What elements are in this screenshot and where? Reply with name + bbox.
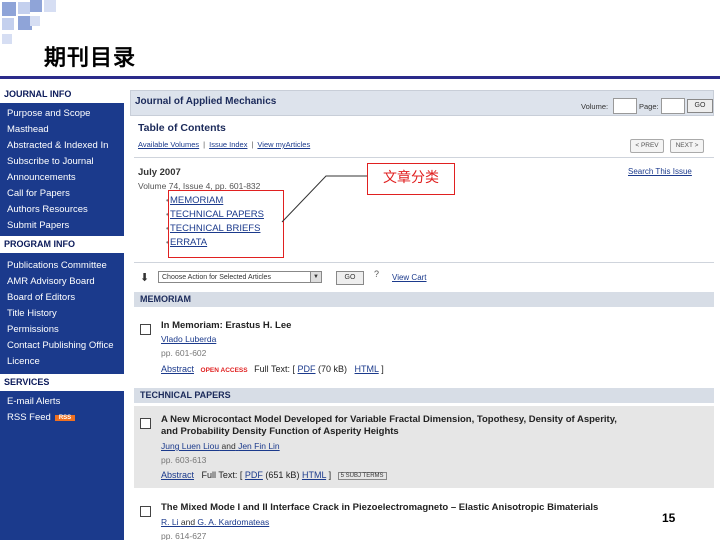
article-links: Abstract Full Text: [ PDF (651 kB) HTML … <box>161 470 387 480</box>
highlight-box <box>168 190 284 258</box>
toc-tools: Available Volumes | Issue Index | View myArt… <box>138 140 311 149</box>
website-screenshot: JOURNAL INFO Purpose and Scope Masthead … <box>0 86 720 540</box>
available-volumes-link[interactable]: Available Volumes <box>138 140 199 149</box>
corner-decoration <box>30 16 40 26</box>
action-row: ⬇ Choose Action for Selected Articles ▼ … <box>130 268 714 286</box>
pdf-link[interactable]: PDF <box>245 470 263 480</box>
article-pages: pp. 603-613 <box>161 455 207 465</box>
sidebar-item-purpose[interactable]: Purpose and Scope <box>7 108 90 119</box>
sidebar-item-contact[interactable]: Contact Publishing Office <box>7 340 114 351</box>
action-select-value: Choose Action for Selected Articles <box>162 274 271 281</box>
article-title[interactable]: In Memoriam: Erastus H. Lee <box>161 320 291 331</box>
sidebar-item-announcements[interactable]: Announcements <box>7 172 76 183</box>
sidebar-item-email-alerts[interactable]: E-mail Alerts <box>7 396 60 407</box>
section-header-memoriam: MEMORIAM <box>134 292 714 307</box>
main-content: Journal of Applied Mechanics Volume: Pag… <box>130 86 720 540</box>
volume-label: Volume: <box>581 102 609 111</box>
article-authors: R. Li and G. A. Kardomateas <box>161 517 270 527</box>
article-checkbox[interactable] <box>140 418 151 429</box>
corner-decoration <box>44 0 56 12</box>
sidebar-item-subscribe[interactable]: Subscribe to Journal <box>7 156 94 167</box>
journal-title[interactable]: Journal of Applied Mechanics <box>135 96 276 107</box>
action-select[interactable]: Choose Action for Selected Articles ▼ <box>158 271 322 283</box>
help-icon[interactable]: ? <box>374 269 379 279</box>
title-underline <box>0 76 720 79</box>
pdf-link[interactable]: PDF <box>298 364 316 374</box>
sidebar-item-masthead[interactable]: Masthead <box>7 124 49 135</box>
go-button[interactable]: GO <box>687 99 713 113</box>
arrow-down-icon: ⬇ <box>140 272 150 284</box>
sidebar-item-amr-board[interactable]: AMR Advisory Board <box>7 276 95 287</box>
article-pages: pp. 614-627 <box>161 531 207 540</box>
prev-button[interactable]: < PREV <box>630 139 664 153</box>
open-access-badge: OPEN ACCESS <box>200 367 248 374</box>
abstract-link[interactable]: Abstract <box>161 364 194 374</box>
sidebar-item-board-of-editors[interactable]: Board of Editors <box>7 292 75 303</box>
pdf-size: (651 kB) <box>265 470 300 480</box>
article-checkbox[interactable] <box>140 506 151 517</box>
rss-icon: RSS <box>54 415 76 421</box>
journal-header-bar: Journal of Applied Mechanics Volume: Pag… <box>130 90 714 116</box>
corner-decoration <box>18 2 30 14</box>
article-author[interactable]: R. Li <box>161 517 178 527</box>
article-links: Abstract OPEN ACCESS Full Text: [ PDF (7… <box>161 364 384 374</box>
corner-decoration <box>2 34 12 44</box>
search-issue-link[interactable]: Search This Issue <box>628 167 692 176</box>
sidebar-item-rss-feed[interactable]: RSS Feed RSS <box>7 412 76 423</box>
corner-decoration <box>2 18 14 30</box>
volume-input[interactable] <box>613 98 637 114</box>
article-title[interactable]: The Mixed Mode I and II Interface Crack … <box>161 502 598 513</box>
full-text-label: Full Text: <box>254 364 290 374</box>
view-myarticles-link[interactable]: View myArticles <box>257 140 310 149</box>
sidebar-heading-journal-info: JOURNAL INFO <box>0 86 124 103</box>
section-header-technical-papers: TECHNICAL PAPERS <box>134 388 714 403</box>
sidebar-item-licence[interactable]: Licence <box>7 356 40 367</box>
sidebar-item-authors-resources[interactable]: Authors Resources <box>7 204 88 215</box>
sidebar-item-submit-papers[interactable]: Submit Papers <box>7 220 69 231</box>
article-checkbox[interactable] <box>140 324 151 335</box>
html-link[interactable]: HTML <box>355 364 379 374</box>
issue-index-link[interactable]: Issue Index <box>209 140 247 149</box>
full-text-label: Full Text: <box>201 470 238 480</box>
sidebar-item-publications-committee[interactable]: Publications Committee <box>7 260 107 271</box>
annotation-label: 文章分类 <box>367 163 455 195</box>
slide-number: 15 <box>662 511 676 525</box>
chevron-down-icon: ▼ <box>310 272 321 282</box>
subject-terms-badge[interactable]: 5 SUBJ TERMS <box>337 472 387 480</box>
article-item: In Memoriam: Erastus H. Lee Vlado Luberd… <box>134 312 714 378</box>
article-title-continued[interactable]: and Probability Density Function of Aspe… <box>161 426 399 437</box>
article-author[interactable]: Jen Fin Lin <box>238 441 280 451</box>
abstract-link[interactable]: Abstract <box>161 470 194 480</box>
action-go-button[interactable]: GO <box>336 271 364 285</box>
rss-feed-label: RSS Feed <box>7 412 51 423</box>
sidebar-item-title-history[interactable]: Title History <box>7 308 57 319</box>
corner-decoration <box>30 0 42 12</box>
article-author[interactable]: G. A. Kardomateas <box>197 517 269 527</box>
sidebar-item-indexed[interactable]: Abstracted & Indexed In <box>7 140 108 151</box>
issue-date: July 2007 <box>138 167 181 178</box>
sidebar: JOURNAL INFO Purpose and Scope Masthead … <box>0 86 124 540</box>
sidebar-item-permissions[interactable]: Permissions <box>7 324 59 335</box>
pdf-size: (70 kB) <box>318 364 348 374</box>
sidebar-heading-services: SERVICES <box>0 374 124 391</box>
article-item: A New Microcontact Model Developed for V… <box>134 406 714 488</box>
article-author[interactable]: Vlado Luberda <box>161 334 216 344</box>
corner-decoration <box>2 2 16 16</box>
sidebar-heading-program-info: PROGRAM INFO <box>0 236 124 253</box>
slide-title: 期刊目录 <box>44 46 137 71</box>
divider <box>134 157 714 158</box>
article-pages: pp. 601-602 <box>161 348 207 358</box>
page-input[interactable] <box>661 98 685 114</box>
page-label: Page: <box>639 102 659 111</box>
article-authors: Jung Luen Liou and Jen Fin Lin <box>161 441 280 451</box>
next-button[interactable]: NEXT > <box>670 139 704 153</box>
article-title[interactable]: A New Microcontact Model Developed for V… <box>161 414 617 425</box>
html-link[interactable]: HTML <box>302 470 326 480</box>
article-author[interactable]: Jung Luen Liou <box>161 441 219 451</box>
view-cart-link[interactable]: View Cart <box>392 273 427 282</box>
article-item: The Mixed Mode I and II Interface Crack … <box>134 496 714 540</box>
toc-title: Table of Contents <box>138 122 226 134</box>
sidebar-item-call-for-papers[interactable]: Call for Papers <box>7 188 70 199</box>
divider <box>134 262 714 263</box>
